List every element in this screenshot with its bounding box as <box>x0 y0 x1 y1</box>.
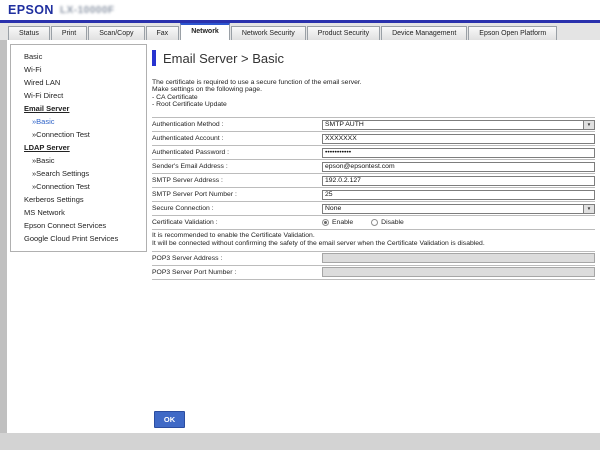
header: EPSON LX-10000F <box>0 0 600 21</box>
settings-form: Authentication Method : SMTP AUTH ▼ Auth… <box>152 117 595 280</box>
dropdown-arrow-icon[interactable]: ▼ <box>583 205 594 213</box>
select-value: SMTP AUTH <box>323 121 583 129</box>
sidebar-item-epson-connect-services[interactable]: Epson Connect Services <box>11 219 146 232</box>
field-label: Secure Connection : <box>152 205 322 212</box>
field-label: Sender's Email Address : <box>152 163 322 170</box>
left-edge-strip <box>0 40 7 433</box>
sidebar-item-wifi[interactable]: Wi-Fi <box>11 63 146 76</box>
field-label: Certificate Validation : <box>152 219 322 226</box>
note-line: It is recommended to enable the Certific… <box>152 232 595 240</box>
form-row-smtp-server-address: SMTP Server Address : <box>152 173 595 187</box>
form-row-smtp-port: SMTP Server Port Number : <box>152 187 595 201</box>
field-label: Authenticated Account : <box>152 135 322 142</box>
bottom-edge-strip <box>0 433 600 450</box>
pop3-port-input <box>322 267 595 277</box>
pop3-server-address-input <box>322 253 595 263</box>
intro-line: The certificate is required to use a sec… <box>152 79 595 86</box>
certificate-validation-note: It is recommended to enable the Certific… <box>152 229 595 251</box>
smtp-server-address-input[interactable] <box>322 176 595 186</box>
form-row-authenticated-account: Authenticated Account : <box>152 131 595 145</box>
sidebar-nav: Basic Wi-Fi Wired LAN Wi-Fi Direct Email… <box>10 44 147 252</box>
field-label: SMTP Server Port Number : <box>152 191 322 198</box>
sidebar-item-wired-lan[interactable]: Wired LAN <box>11 76 146 89</box>
tab-network-security[interactable]: Network Security <box>231 26 306 40</box>
tab-product-security[interactable]: Product Security <box>307 26 380 40</box>
radio-label: Disable <box>381 219 404 226</box>
sidebar-item-ms-network[interactable]: MS Network <box>11 206 146 219</box>
tab-epson-open-platform[interactable]: Epson Open Platform <box>468 26 557 40</box>
dropdown-arrow-icon[interactable]: ▼ <box>583 121 594 129</box>
intro-line: Make settings on the following page. <box>152 86 595 93</box>
form-row-pop3-server-address: POP3 Server Address : <box>152 251 595 265</box>
note-line: It will be connected without confirming … <box>152 240 595 248</box>
sidebar-item-ldap-search-settings[interactable]: »Search Settings <box>11 167 146 180</box>
ok-button[interactable]: OK <box>154 411 185 428</box>
form-row-secure-connection: Secure Connection : None ▼ <box>152 201 595 215</box>
sidebar-item-google-cloud-print-services[interactable]: Google Cloud Print Services <box>11 232 146 245</box>
certificate-validation-disable-radio[interactable] <box>371 219 378 226</box>
top-tab-bar: Status Print Scan/Copy Fax Network Netwo… <box>0 23 600 40</box>
tab-print[interactable]: Print <box>51 26 87 40</box>
certificate-validation-enable-radio[interactable] <box>322 219 329 226</box>
sidebar-section-email-server[interactable]: Email Server <box>11 102 146 115</box>
sidebar-item-kerberos-settings[interactable]: Kerberos Settings <box>11 193 146 206</box>
form-row-authentication-method: Authentication Method : SMTP AUTH ▼ <box>152 117 595 131</box>
tab-fax[interactable]: Fax <box>146 26 180 40</box>
secure-connection-select[interactable]: None ▼ <box>322 204 595 214</box>
form-row-sender-email: Sender's Email Address : <box>152 159 595 173</box>
tab-status[interactable]: Status <box>8 26 50 40</box>
sender-email-input[interactable] <box>322 162 595 172</box>
smtp-port-input[interactable] <box>322 190 595 200</box>
select-value: None <box>323 205 583 213</box>
sidebar-item-ldap-basic[interactable]: »Basic <box>11 154 146 167</box>
authentication-method-select[interactable]: SMTP AUTH ▼ <box>322 120 595 130</box>
epson-logo: EPSON <box>8 3 54 17</box>
radio-label: Enable <box>332 219 353 226</box>
field-label: Authentication Method : <box>152 121 322 128</box>
printer-model-text: LX-10000F <box>60 5 115 16</box>
sidebar-item-wifi-direct[interactable]: Wi-Fi Direct <box>11 89 146 102</box>
field-label: Authenticated Password : <box>152 149 322 156</box>
tab-device-management[interactable]: Device Management <box>381 26 467 40</box>
tab-network[interactable]: Network <box>180 23 230 40</box>
form-row-authenticated-password: Authenticated Password : <box>152 145 595 159</box>
intro-line: - CA Certificate <box>152 94 595 101</box>
title-accent-bar <box>152 50 156 66</box>
form-row-pop3-port: POP3 Server Port Number : <box>152 265 595 279</box>
authenticated-account-input[interactable] <box>322 134 595 144</box>
field-label: POP3 Server Port Number : <box>152 269 322 276</box>
sidebar-item-ldap-connection-test[interactable]: »Connection Test <box>11 180 146 193</box>
sidebar-item-basic[interactable]: Basic <box>11 50 146 63</box>
sidebar-item-email-basic[interactable]: »Basic <box>11 115 146 128</box>
sidebar-section-ldap-server[interactable]: LDAP Server <box>11 141 146 154</box>
authenticated-password-input[interactable] <box>322 148 595 158</box>
form-row-certificate-validation: Certificate Validation : Enable Disable <box>152 215 595 229</box>
intro-text: The certificate is required to use a sec… <box>152 79 595 108</box>
field-label: POP3 Server Address : <box>152 255 322 262</box>
field-label: SMTP Server Address : <box>152 177 322 184</box>
tab-scan-copy[interactable]: Scan/Copy <box>88 26 144 40</box>
intro-line: - Root Certificate Update <box>152 101 595 108</box>
main-content: Email Server > Basic The certificate is … <box>152 50 595 280</box>
epson-web-config-window: EPSON LX-10000F Status Print Scan/Copy F… <box>0 0 600 450</box>
page-title-row: Email Server > Basic <box>152 50 595 66</box>
page-title: Email Server > Basic <box>163 51 284 66</box>
sidebar-item-email-connection-test[interactable]: »Connection Test <box>11 128 146 141</box>
